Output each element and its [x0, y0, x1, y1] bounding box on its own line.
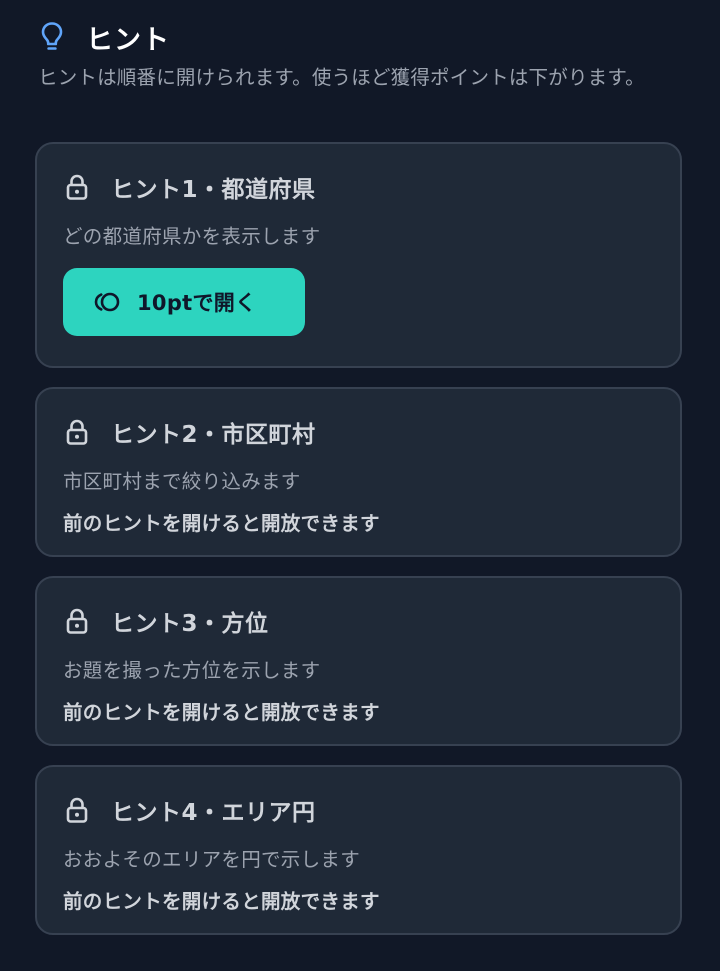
lock-icon: [63, 605, 91, 637]
hint-description: どの都道府県かを表示します: [63, 225, 321, 248]
lock-icon: [63, 416, 91, 448]
hint-locked-note: 前のヒントを開けると開放できます: [63, 512, 380, 535]
lock-icon: [63, 171, 91, 203]
hint-description: おおよそのエリアを円で示します: [63, 848, 361, 871]
unlock-hint-button[interactable]: 10ptで開く: [63, 268, 305, 336]
hint-title: ヒント3・方位: [111, 611, 269, 637]
hint-locked-note: 前のヒントを開けると開放できます: [63, 890, 380, 913]
hint-card-title-row: ヒント2・市区町村: [63, 415, 316, 449]
hint-card-3: ヒント3・方位 お題を撮った方位を示します 前のヒントを開けると開放できます: [35, 576, 682, 746]
hint-description: お題を撮った方位を示します: [63, 659, 321, 682]
hint-locked-note: 前のヒントを開けると開放できます: [63, 701, 380, 724]
hints-intro-text: ヒントは順番に開けられます。使うほど獲得ポイントは下がります。: [38, 66, 645, 89]
hint-card-2: ヒント2・市区町村 市区町村まで絞り込みます 前のヒントを開けると開放できます: [35, 387, 682, 557]
unlock-button-label: 10ptで開く: [137, 291, 257, 315]
hint-title: ヒント1・都道府県: [111, 177, 316, 203]
lock-icon: [63, 794, 91, 826]
hint-title: ヒント2・市区町村: [111, 422, 316, 448]
hint-card-title-row: ヒント1・都道府県: [63, 170, 316, 204]
coin-icon: [91, 289, 123, 315]
hint-description: 市区町村まで絞り込みます: [63, 470, 301, 493]
hints-header: ヒント: [38, 18, 170, 56]
hint-card-title-row: ヒント4・エリア円: [63, 793, 316, 827]
lightbulb-icon: [38, 20, 66, 54]
page-title: ヒント: [86, 24, 170, 56]
hint-card-4: ヒント4・エリア円 おおよそのエリアを円で示します 前のヒントを開けると開放でき…: [35, 765, 682, 935]
hint-card-1: ヒント1・都道府県 どの都道府県かを表示します 10ptで開く: [35, 142, 682, 368]
hint-card-title-row: ヒント3・方位: [63, 604, 269, 638]
hint-title: ヒント4・エリア円: [111, 800, 316, 826]
